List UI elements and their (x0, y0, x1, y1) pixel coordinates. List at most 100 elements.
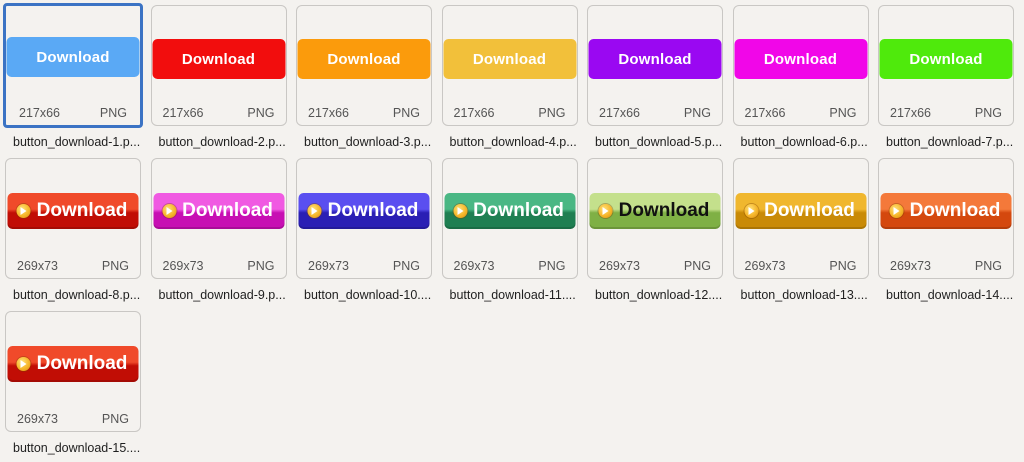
file-name[interactable]: button_download-11.... (450, 288, 578, 302)
file-meta: 269x73 PNG (17, 259, 129, 273)
file-thumbnail: Download 217x66 PNG (587, 5, 723, 126)
download-button-preview: Download (153, 193, 284, 229)
button-preview-label: Download (181, 50, 256, 68)
button-preview-label: Download (36, 200, 128, 221)
button-preview-label: Download (327, 50, 401, 68)
file-name[interactable]: button_download-3.p... (304, 135, 432, 149)
download-button-preview: Download (7, 193, 139, 229)
file-item[interactable]: Download 217x66 PNG button_download-5.p... (585, 3, 725, 156)
file-item[interactable]: Download 269x73 PNG button_download-15.... (3, 309, 143, 462)
button-preview-label: Download (36, 353, 128, 374)
file-name[interactable]: button_download-14.... (886, 288, 1014, 302)
file-thumbnail: Download 269x73 PNG (441, 158, 578, 279)
button-preview-label: Download (472, 50, 547, 68)
file-name[interactable]: button_download-8.p... (13, 288, 141, 302)
file-thumbnail: Download 269x73 PNG (732, 158, 869, 279)
file-type: PNG (974, 106, 1002, 120)
file-name[interactable]: button_download-7.p... (886, 135, 1014, 149)
file-thumbnail: Download 217x66 PNG (441, 5, 578, 126)
file-thumbnail: Download 269x73 PNG (150, 158, 287, 279)
button-preview-label: Download (618, 50, 692, 68)
image-dimensions: 217x66 (162, 106, 204, 120)
download-arrow-icon (598, 204, 613, 218)
file-name[interactable]: button_download-12.... (595, 288, 723, 302)
download-button-preview: Download (297, 39, 431, 79)
file-thumbnail: Download 217x66 PNG (150, 5, 287, 126)
file-meta: 217x66 PNG (308, 106, 420, 120)
download-arrow-icon (162, 204, 176, 218)
file-thumbnail: Download 269x73 PNG (5, 158, 141, 279)
image-dimensions: 217x66 (599, 106, 641, 120)
button-preview-label: Download (327, 200, 419, 221)
file-item[interactable]: Download 269x73 PNG button_download-11.... (440, 156, 580, 309)
file-name[interactable]: button_download-10.... (304, 288, 432, 302)
file-meta: 269x73 PNG (454, 259, 566, 273)
file-item[interactable]: Download 217x66 PNG button_download-6.p... (731, 3, 871, 156)
file-meta: 217x66 PNG (19, 106, 127, 120)
file-name[interactable]: button_download-13.... (741, 288, 869, 302)
file-item[interactable]: Download 217x66 PNG button_download-1.p... (3, 3, 143, 156)
file-meta: 217x66 PNG (599, 106, 711, 120)
file-item[interactable]: Download 217x66 PNG button_download-7.p... (876, 3, 1016, 156)
button-preview-label: Download (909, 50, 983, 68)
file-meta: 269x73 PNG (745, 259, 857, 273)
image-dimensions: 269x73 (162, 259, 204, 273)
download-arrow-icon (16, 204, 31, 218)
file-meta: 217x66 PNG (454, 106, 566, 120)
file-type: PNG (392, 106, 420, 120)
image-dimensions: 217x66 (744, 106, 786, 120)
file-type: PNG (683, 106, 711, 120)
file-name[interactable]: button_download-5.p... (595, 135, 723, 149)
file-name[interactable]: button_download-9.p... (159, 288, 287, 302)
download-arrow-icon (453, 204, 467, 218)
image-dimensions: 269x73 (308, 259, 350, 273)
download-arrow-icon (889, 204, 904, 218)
file-name[interactable]: button_download-4.p... (450, 135, 578, 149)
button-preview-label: Download (618, 200, 710, 221)
file-thumbnail: Download 269x73 PNG (5, 311, 141, 432)
file-type: PNG (99, 106, 127, 120)
image-dimensions: 269x73 (17, 412, 59, 426)
download-button-preview: Download (879, 39, 1013, 79)
file-thumbnail: Download 217x66 PNG (296, 5, 432, 126)
file-thumbnail-grid: Download 217x66 PNG button_download-1.p... D… (3, 3, 1016, 462)
image-dimensions: 269x73 (744, 259, 786, 273)
file-item[interactable]: Download 269x73 PNG button_download-8.p... (3, 156, 143, 309)
file-thumbnail: Download 217x66 PNG (878, 5, 1014, 126)
file-item[interactable]: Download 217x66 PNG button_download-3.p... (294, 3, 434, 156)
file-name[interactable]: button_download-1.p... (13, 135, 141, 149)
file-type: PNG (101, 412, 129, 426)
file-type: PNG (247, 106, 275, 120)
download-button-preview: Download (589, 193, 721, 229)
file-item[interactable]: Download 217x66 PNG button_download-4.p... (440, 3, 580, 156)
file-meta: 217x66 PNG (745, 106, 857, 120)
file-item[interactable]: Download 269x73 PNG button_download-10.... (294, 156, 434, 309)
file-thumbnail: Download 269x73 PNG (878, 158, 1014, 279)
file-type: PNG (392, 259, 420, 273)
file-type: PNG (829, 106, 857, 120)
image-dimensions: 217x66 (453, 106, 495, 120)
download-button-preview: Download (6, 37, 140, 77)
file-thumbnail: Download 269x73 PNG (587, 158, 723, 279)
file-item[interactable]: Download 269x73 PNG button_download-9.p... (149, 156, 289, 309)
file-name[interactable]: button_download-2.p... (159, 135, 287, 149)
download-arrow-icon (744, 204, 758, 218)
button-preview-label: Download (473, 200, 564, 221)
file-item[interactable]: Download 217x66 PNG button_download-2.p... (149, 3, 289, 156)
file-type: PNG (101, 259, 129, 273)
file-item[interactable]: Download 269x73 PNG button_download-13.... (731, 156, 871, 309)
download-arrow-icon (16, 357, 31, 371)
button-preview-label: Download (36, 48, 110, 66)
image-dimensions: 269x73 (890, 259, 932, 273)
file-meta: 269x73 PNG (17, 412, 129, 426)
file-type: PNG (538, 106, 566, 120)
file-name[interactable]: button_download-6.p... (741, 135, 869, 149)
file-item[interactable]: Download 269x73 PNG button_download-12.... (585, 156, 725, 309)
file-type: PNG (538, 259, 566, 273)
image-dimensions: 217x66 (308, 106, 350, 120)
file-item[interactable]: Download 269x73 PNG button_download-14.... (876, 156, 1016, 309)
button-preview-label: Download (182, 200, 273, 221)
image-dimensions: 269x73 (599, 259, 641, 273)
file-name[interactable]: button_download-15.... (13, 441, 141, 455)
download-arrow-icon (307, 204, 322, 218)
